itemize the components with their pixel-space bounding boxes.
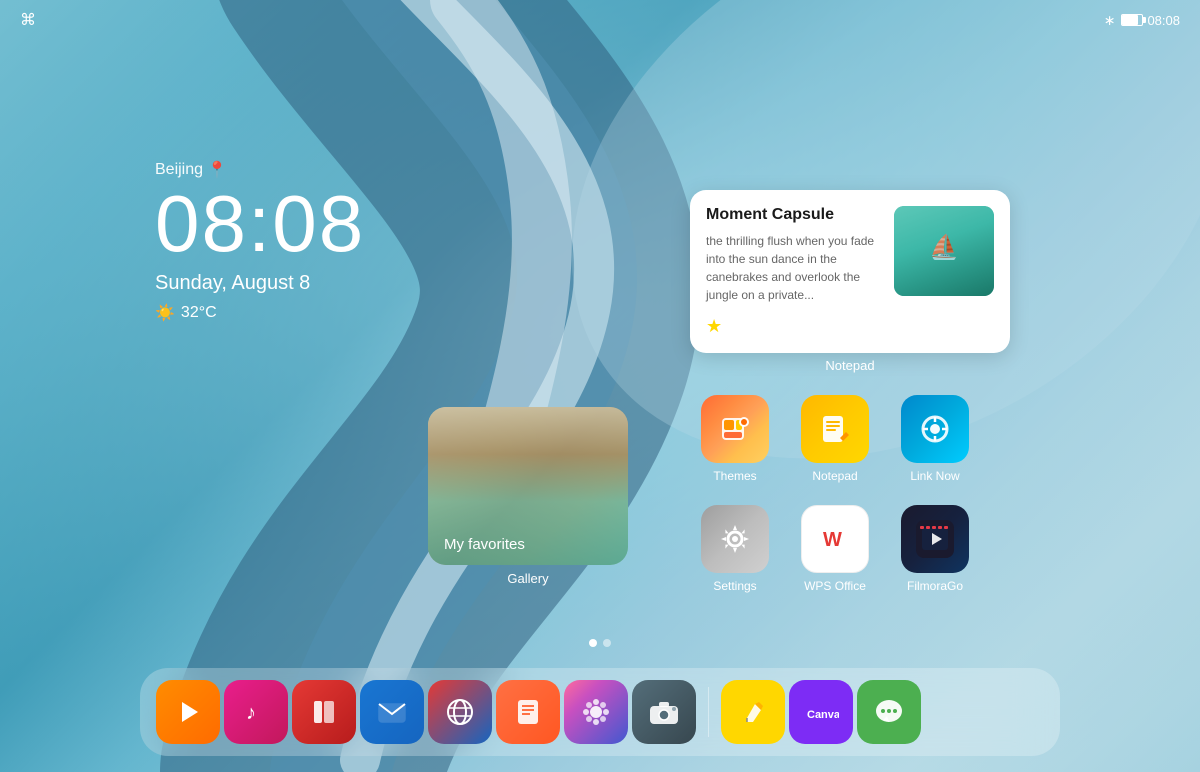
temperature: 32°C bbox=[181, 304, 217, 322]
app-item-themes[interactable]: Themes bbox=[690, 395, 780, 495]
status-right: ∗ 08:08 bbox=[1104, 12, 1180, 29]
linknow-label: Link Now bbox=[910, 469, 959, 483]
wps-label: WPS Office bbox=[804, 579, 866, 593]
app-item-linknow[interactable]: Link Now bbox=[890, 395, 980, 495]
capsule-image bbox=[894, 206, 994, 296]
capsule-content: Moment Capsule the thrilling flush when … bbox=[706, 206, 882, 337]
battery-icon bbox=[1121, 14, 1143, 26]
app-item-filmora[interactable]: FilmoraGo bbox=[890, 505, 980, 605]
dock: ♪ bbox=[140, 668, 1060, 756]
gallery-folder[interactable]: My favorites Gallery bbox=[428, 407, 628, 586]
city-label: Beijing 📍 bbox=[155, 160, 365, 180]
capsule-star: ★ bbox=[706, 316, 882, 337]
dock-item-messages[interactable] bbox=[857, 680, 921, 744]
battery-indicator: 08:08 bbox=[1121, 13, 1180, 28]
clock-widget: Beijing 📍 08:08 Sunday, August 8 ☀️ 32°C bbox=[155, 160, 365, 323]
svg-text:♪: ♪ bbox=[246, 702, 256, 724]
gallery-folder-name: My favorites bbox=[444, 536, 525, 553]
date-display: Sunday, August 8 bbox=[155, 272, 365, 295]
themes-label: Themes bbox=[713, 469, 756, 483]
gallery-app-label: Gallery bbox=[507, 571, 548, 586]
moment-capsule-widget[interactable]: Moment Capsule the thrilling flush when … bbox=[690, 190, 1010, 353]
dock-divider bbox=[708, 687, 709, 737]
page-dot-2[interactable] bbox=[603, 639, 611, 647]
bluetooth-icon: ∗ bbox=[1104, 12, 1116, 29]
dock-item-mail[interactable] bbox=[360, 680, 424, 744]
dock-item-browser[interactable] bbox=[428, 680, 492, 744]
page-indicators bbox=[589, 639, 611, 647]
dock-item-pen[interactable] bbox=[721, 680, 785, 744]
status-bar: ⌘ ∗ 08:08 bbox=[0, 0, 1200, 40]
page-dot-1[interactable] bbox=[589, 639, 597, 647]
wifi-icon: ⌘ bbox=[20, 10, 36, 30]
app-item-notepad[interactable]: Notepad bbox=[790, 395, 880, 495]
status-time: 08:08 bbox=[1147, 13, 1180, 28]
app-item-wps[interactable]: W WPS Office bbox=[790, 505, 880, 605]
linknow-icon bbox=[901, 395, 969, 463]
wave-overlay bbox=[0, 0, 1200, 772]
dock-item-memo[interactable] bbox=[496, 680, 560, 744]
location-icon: 📍 bbox=[207, 160, 227, 180]
svg-text:Canva: Canva bbox=[807, 709, 839, 721]
gallery-folder-box[interactable]: My favorites bbox=[428, 407, 628, 565]
status-left: ⌘ bbox=[20, 10, 36, 30]
notepad-widget-label: Notepad bbox=[690, 358, 1010, 373]
dock-item-canva[interactable]: Canva bbox=[789, 680, 853, 744]
notepad-icon bbox=[801, 395, 869, 463]
dock-item-video[interactable] bbox=[156, 680, 220, 744]
app-item-settings[interactable]: Settings bbox=[690, 505, 780, 605]
city-name: Beijing bbox=[155, 161, 203, 179]
dock-item-photos[interactable] bbox=[564, 680, 628, 744]
weather-icon: ☀️ bbox=[155, 303, 175, 323]
themes-icon bbox=[701, 395, 769, 463]
notepad-label: Notepad bbox=[812, 469, 857, 483]
filmora-icon bbox=[901, 505, 969, 573]
settings-icon bbox=[701, 505, 769, 573]
svg-text:W: W bbox=[823, 529, 842, 551]
dock-item-camera[interactable] bbox=[632, 680, 696, 744]
capsule-title: Moment Capsule bbox=[706, 206, 882, 224]
settings-label: Settings bbox=[713, 579, 756, 593]
main-time: 08:08 bbox=[155, 184, 365, 264]
filmora-label: FilmoraGo bbox=[907, 579, 963, 593]
dock-item-books[interactable] bbox=[292, 680, 356, 744]
capsule-text: the thrilling flush when you fade into t… bbox=[706, 232, 882, 304]
dock-item-music[interactable]: ♪ bbox=[224, 680, 288, 744]
wps-icon: W bbox=[801, 505, 869, 573]
weather-display: ☀️ 32°C bbox=[155, 303, 365, 323]
app-grid: Themes Notepad Link Now bbox=[690, 395, 980, 605]
